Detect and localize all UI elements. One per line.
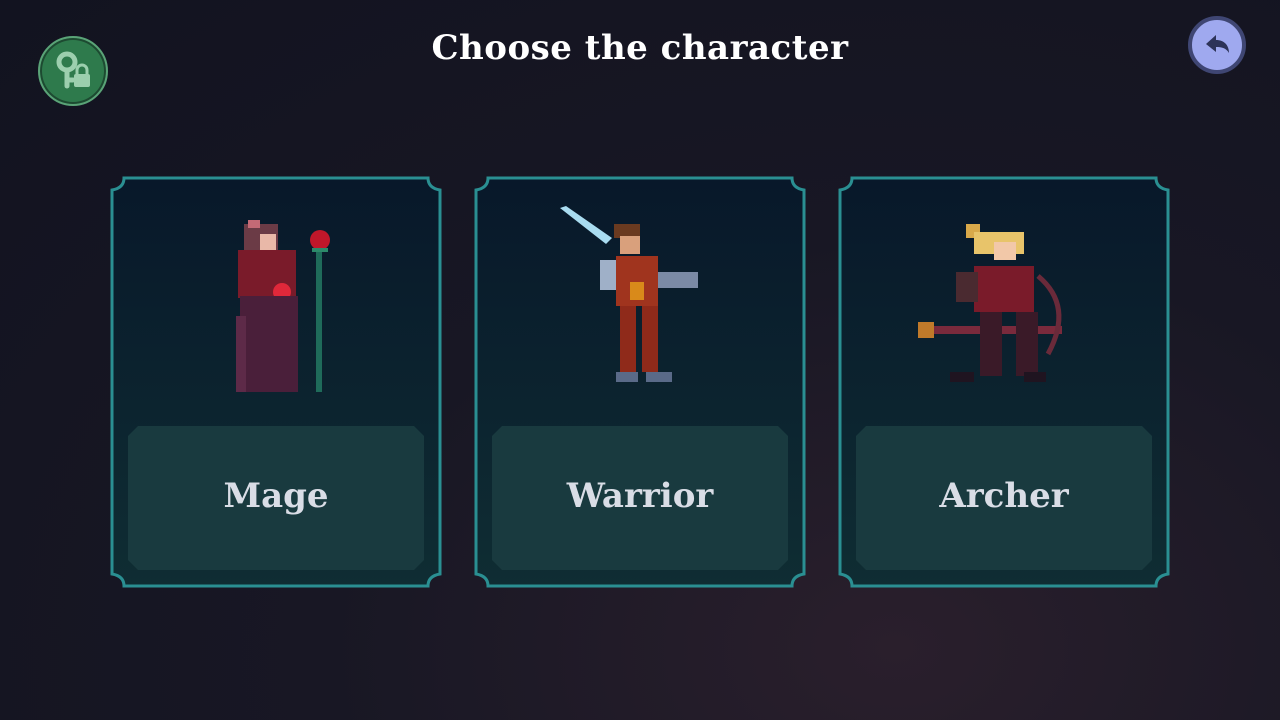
character-card-archer[interactable]: Archer	[838, 176, 1170, 588]
character-name: Archer	[939, 476, 1069, 516]
character-card-mage[interactable]: Mage	[110, 176, 442, 588]
character-name: Warrior	[566, 476, 714, 516]
character-name: Mage	[223, 476, 329, 516]
archer-sprite	[918, 224, 1062, 382]
undo-arrow-icon	[1206, 35, 1229, 53]
mage-sprite	[236, 220, 330, 392]
character-select-screen: Choose the character Mage Warrior Archer	[0, 0, 1280, 720]
character-card-warrior[interactable]: Warrior	[474, 176, 806, 588]
warrior-sprite	[560, 206, 698, 382]
back-button[interactable]	[1188, 16, 1246, 74]
page-title: Choose the character	[431, 28, 849, 68]
